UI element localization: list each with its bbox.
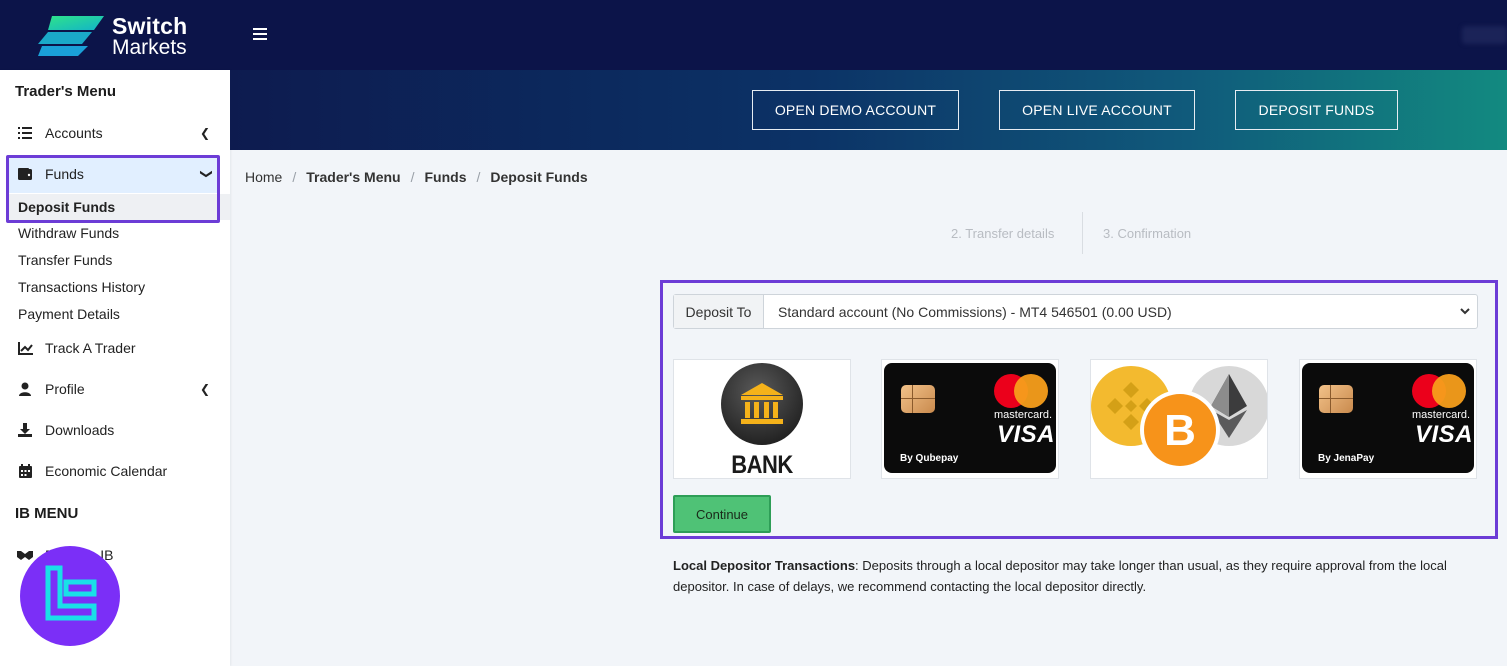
sidebar-subitem-transfer-funds[interactable]: Transfer Funds — [18, 252, 112, 268]
traders-menu-heading: Trader's Menu — [15, 83, 117, 100]
svg-text:B: B — [1164, 406, 1196, 455]
breadcrumb-separator: / — [410, 169, 415, 185]
download-icon — [17, 422, 33, 438]
ib-menu-heading: IB MENU — [15, 505, 79, 522]
crypto-logos-icon: B — [1091, 366, 1267, 470]
sidebar-item-downloads[interactable]: Downloads — [0, 415, 230, 445]
mastercard-text: mastercard. — [994, 409, 1053, 421]
breadcrumb-separator: / — [476, 169, 481, 185]
open-live-account-button[interactable]: OPEN LIVE ACCOUNT — [999, 90, 1195, 130]
deposit-to-label: Deposit To — [674, 295, 764, 328]
watermark-logo-icon — [45, 565, 97, 621]
breadcrumb: Home / Trader's Menu / Funds / Deposit F… — [245, 169, 588, 185]
deposit-to-row: Deposit To Standard account (No Commissi… — [673, 294, 1478, 329]
bank-transfer-title: BANK TRANSFER — [731, 450, 793, 479]
step-confirmation: 3. Confirmation — [1103, 226, 1192, 241]
breadcrumb-traders-menu[interactable]: Trader's Menu — [306, 169, 400, 185]
breadcrumb-separator: / — [292, 169, 297, 185]
sidebar-item-label: Accounts — [45, 125, 103, 141]
provider-text: By Qubepay — [900, 453, 959, 464]
chevron-down-icon — [1460, 308, 1470, 315]
chevron-left-icon: ❮ — [200, 382, 211, 396]
crypto-option[interactable]: B — [1090, 359, 1268, 479]
sidebar-item-label: Profile — [45, 381, 85, 397]
visa-text: VISA — [997, 421, 1056, 448]
continue-button[interactable]: Continue — [673, 495, 771, 533]
deposit-funds-button[interactable]: DEPOSIT FUNDS — [1235, 90, 1398, 130]
funds-highlight-box — [6, 155, 220, 223]
mastercard-logo-icon — [1014, 374, 1048, 408]
list-icon — [17, 125, 33, 141]
sidebar-item-label: Economic Calendar — [45, 463, 168, 479]
sidebar-subitem-transactions-history[interactable]: Transactions History — [18, 279, 145, 295]
breadcrumb-deposit-funds: Deposit Funds — [490, 169, 588, 185]
mastercard-text: mastercard. — [1412, 409, 1471, 421]
brand-logo[interactable]: Switch Markets — [38, 12, 198, 59]
chevron-left-icon: ❮ — [200, 126, 211, 140]
notice-title: Local Depositor Transactions — [673, 558, 856, 573]
sidebar-item-profile[interactable]: Profile ❮ — [0, 374, 230, 404]
sidebar-item-economic-calendar[interactable]: Economic Calendar — [0, 456, 230, 486]
bank-icon — [721, 363, 803, 445]
step-transfer-details: 2. Transfer details — [951, 226, 1055, 241]
sidebar-item-track-a-trader[interactable]: Track A Trader — [0, 333, 230, 363]
bank-transfer-option[interactable]: BANK TRANSFER — [673, 359, 851, 479]
sidebar-subitem-withdraw-funds[interactable]: Withdraw Funds — [18, 225, 119, 241]
deposit-account-select[interactable]: Standard account (No Commissions) - MT4 … — [764, 295, 1477, 328]
open-demo-account-button[interactable]: OPEN DEMO ACCOUNT — [752, 90, 959, 130]
deposit-account-selected: Standard account (No Commissions) - MT4 … — [778, 303, 1172, 320]
visa-text: VISA — [1415, 421, 1474, 448]
breadcrumb-funds[interactable]: Funds — [425, 169, 467, 185]
chart-line-icon — [17, 340, 33, 356]
sidebar-subitem-payment-details[interactable]: Payment Details — [18, 306, 120, 322]
jenapay-card-option[interactable]: mastercard. VISA By JenaPay — [1299, 359, 1477, 479]
step-divider — [1082, 212, 1083, 254]
mastercard-logo-icon — [1432, 374, 1466, 408]
header-banner: OPEN DEMO ACCOUNT OPEN LIVE ACCOUNT DEPO… — [230, 70, 1507, 150]
card-chip-icon — [901, 385, 935, 413]
card-chip-icon — [1319, 385, 1353, 413]
user-menu[interactable] — [1462, 26, 1507, 44]
provider-text: By JenaPay — [1318, 453, 1375, 464]
calendar-icon — [17, 463, 33, 479]
top-bar: Switch Markets — [0, 0, 1507, 70]
qubepay-card-option[interactable]: mastercard. VISA By Qubepay — [881, 359, 1059, 479]
sidebar-item-label: Track A Trader — [45, 340, 136, 356]
brand-subname: Markets — [112, 36, 187, 59]
qubepay-card-graphic: mastercard. VISA By Qubepay — [884, 363, 1056, 473]
watermark-logo — [20, 546, 120, 646]
jenapay-card-graphic: mastercard. VISA By JenaPay — [1302, 363, 1474, 473]
local-depositor-notice: Local Depositor Transactions: Deposits t… — [673, 555, 1473, 597]
hamburger-menu-icon[interactable] — [253, 28, 267, 40]
user-icon — [17, 381, 33, 397]
sidebar-item-label: Downloads — [45, 422, 115, 438]
switch-logo-icon — [38, 16, 104, 56]
breadcrumb-home[interactable]: Home — [245, 169, 282, 185]
sidebar-item-accounts[interactable]: Accounts ❮ — [0, 118, 230, 148]
